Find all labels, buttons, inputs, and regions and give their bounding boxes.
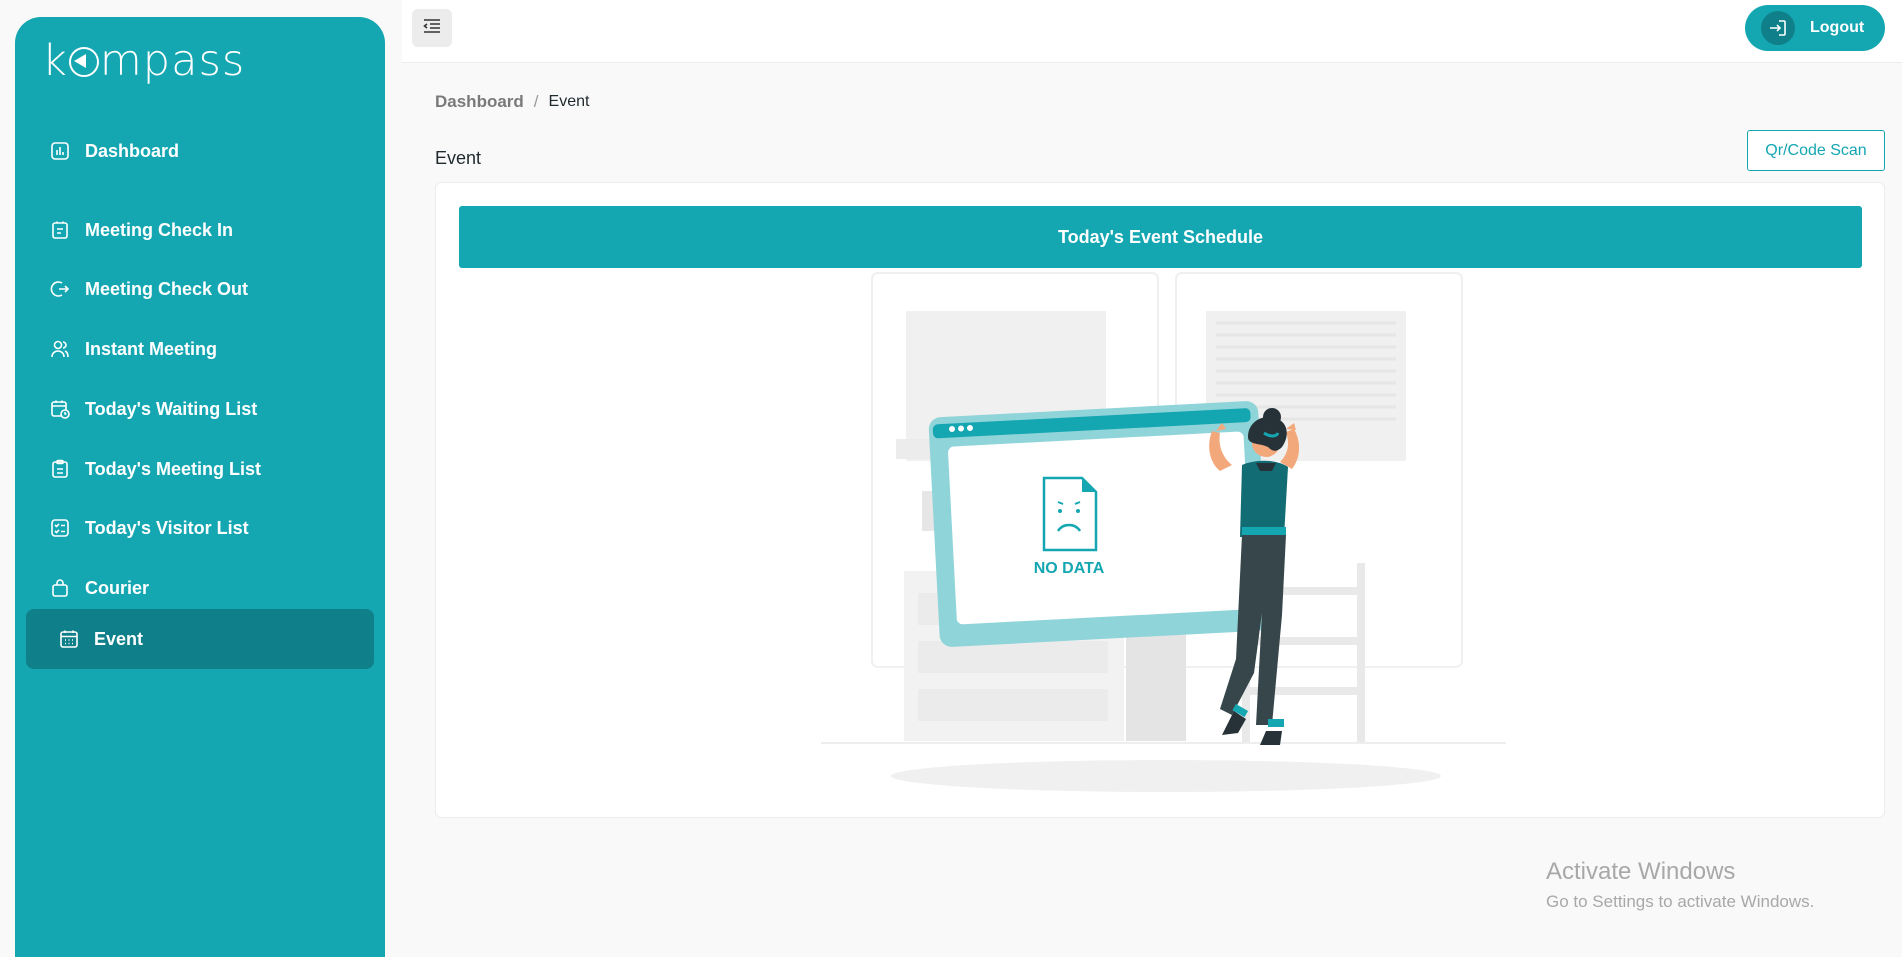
breadcrumb: Dashboard / Event — [435, 92, 589, 112]
no-data-label: NO DATA — [1034, 560, 1105, 577]
compass-logo-icon — [68, 47, 99, 77]
watermark-subtitle: Go to Settings to activate Windows. — [1546, 892, 1815, 911]
sidebar-item-waiting-list[interactable]: Today's Waiting List — [27, 381, 375, 437]
bag-icon — [49, 577, 71, 599]
empty-state-illustration: NO DATA — [786, 271, 1506, 811]
sidebar-item-label: Event — [94, 628, 144, 649]
breadcrumb-current: Event — [548, 93, 590, 110]
sidebar-item-label: Today's Meeting List — [85, 458, 261, 479]
calendar-clock-icon — [49, 398, 71, 420]
event-schedule-banner: Today's Event Schedule — [459, 206, 1862, 268]
exit-arrow-icon — [49, 278, 71, 300]
sidebar-item-label: Today's Waiting List — [85, 398, 258, 419]
qr-code-scan-button[interactable]: Qr/Code Scan — [1747, 130, 1885, 171]
sidebar-item-label: Instant Meeting — [85, 338, 218, 359]
event-card: Today's Event Schedule NO DATA — [435, 182, 1885, 818]
topbar: Logout — [402, 0, 1902, 63]
sidebar-item-label: Meeting Check Out — [85, 278, 249, 299]
logout-button[interactable]: Logout — [1745, 5, 1885, 51]
windows-activation-watermark: Activate Windows Go to Settings to activ… — [1546, 858, 1814, 912]
sidebar-item-event[interactable]: Event — [26, 609, 374, 669]
sidebar-item-courier[interactable]: Courier — [27, 560, 375, 616]
sidebar-item-instant-meeting[interactable]: Instant Meeting — [27, 321, 375, 377]
clipboard-list-icon — [49, 458, 71, 480]
sidebar-item-label: Meeting Check In — [85, 219, 234, 240]
sidebar-toggle-button[interactable] — [412, 9, 452, 47]
login-icon — [1761, 11, 1795, 45]
sidebar-item-meeting-check-out[interactable]: Meeting Check Out — [27, 261, 375, 317]
app-logo[interactable]: k mpass — [42, 31, 245, 91]
sidebar-item-meeting-list[interactable]: Today's Meeting List — [27, 441, 375, 497]
logout-label: Logout — [1810, 19, 1865, 36]
menu-collapse-icon — [423, 18, 441, 39]
sidebar: k mpass Dashboard Meeting Check In Meetin… — [15, 17, 385, 957]
breadcrumb-dashboard-link[interactable]: Dashboard — [435, 92, 524, 112]
watermark-title: Activate Windows — [1546, 858, 1736, 885]
page-title: Event — [435, 148, 482, 168]
calendar-icon — [58, 628, 80, 650]
breadcrumb-separator: / — [533, 92, 539, 111]
sidebar-item-label: Courier — [85, 577, 150, 598]
chart-icon — [49, 140, 71, 162]
clipboard-icon — [49, 219, 71, 241]
users-icon — [49, 338, 71, 360]
checklist-icon — [49, 517, 71, 539]
sad-document-icon — [1042, 476, 1098, 552]
sidebar-item-meeting-check-in[interactable]: Meeting Check In — [27, 202, 375, 258]
sidebar-item-label: Dashboard — [85, 140, 180, 161]
sidebar-item-visitor-list[interactable]: Today's Visitor List — [27, 500, 375, 556]
sidebar-item-dashboard[interactable]: Dashboard — [27, 123, 375, 179]
sidebar-item-label: Today's Visitor List — [85, 517, 249, 538]
